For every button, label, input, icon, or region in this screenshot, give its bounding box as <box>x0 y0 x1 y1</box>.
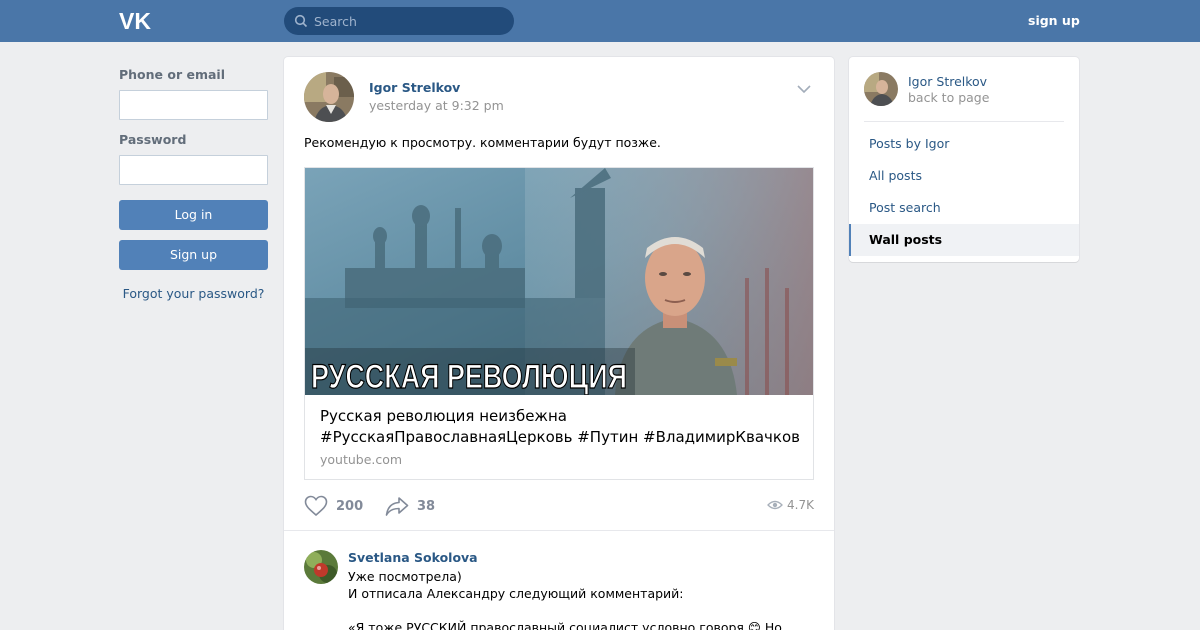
video-title[interactable]: Русская революция неизбежна #РусскаяПрав… <box>320 406 800 448</box>
password-label: Password <box>119 132 187 147</box>
views-counter: 4.7K <box>767 498 814 512</box>
profile-name-link[interactable]: Igor Strelkov <box>908 74 987 89</box>
sidebar-item-all-posts[interactable]: All posts <box>849 160 1079 192</box>
share-arrow-icon <box>385 497 409 516</box>
profile-nav-card: Igor Strelkov back to page Posts by Igor… <box>849 57 1079 262</box>
author-avatar[interactable] <box>304 72 354 122</box>
post-text: Рекомендую к просмотру. комментарии буду… <box>304 135 661 150</box>
signup-link[interactable]: sign up <box>1028 13 1080 28</box>
commenter-avatar[interactable] <box>304 550 338 584</box>
password-input[interactable] <box>119 155 268 185</box>
vk-logo-icon[interactable]: VK <box>119 10 153 32</box>
login-button[interactable]: Log in <box>119 200 268 230</box>
search-input[interactable] <box>314 13 494 29</box>
post-actions: 200 38 4.7K <box>304 495 814 517</box>
heart-icon <box>304 495 328 517</box>
phone-email-input[interactable] <box>119 90 268 120</box>
sidebar-item-post-search[interactable]: Post search <box>849 192 1079 224</box>
search-box[interactable] <box>284 7 514 35</box>
chevron-down-icon[interactable] <box>797 84 811 94</box>
back-to-page-link[interactable]: back to page <box>908 90 989 105</box>
signup-button[interactable]: Sign up <box>119 240 268 270</box>
sidebar-item-wall-posts[interactable]: Wall posts <box>849 224 1079 256</box>
video-source[interactable]: youtube.com <box>320 452 402 467</box>
sidebar-item-posts-by-igor[interactable]: Posts by Igor <box>849 128 1079 160</box>
divider <box>284 530 834 531</box>
views-count: 4.7K <box>787 498 814 512</box>
post-author[interactable]: Igor Strelkov <box>369 80 460 95</box>
video-attachment[interactable]: РУССКАЯ РЕВОЛЮЦИЯ Русская революция неиз… <box>304 167 814 480</box>
video-thumbnail[interactable]: РУССКАЯ РЕВОЛЮЦИЯ <box>305 168 813 395</box>
comment-author[interactable]: Svetlana Sokolova <box>348 550 478 565</box>
share-count: 38 <box>417 498 436 514</box>
like-button[interactable]: 200 <box>304 495 363 517</box>
divider <box>864 121 1064 122</box>
comment-text: Уже посмотрела) И отписала Александру сл… <box>348 569 782 630</box>
post-card: Igor Strelkov yesterday at 9:32 pm Реком… <box>284 57 834 630</box>
phone-label: Phone or email <box>119 67 225 82</box>
forgot-password-link[interactable]: Forgot your password? <box>119 286 268 301</box>
top-bar: VK sign up <box>0 0 1200 42</box>
banner-text: РУССКАЯ РЕВОЛЮЦИЯ <box>311 358 627 395</box>
profile-avatar[interactable] <box>864 72 898 106</box>
svg-text:VK: VK <box>119 10 151 32</box>
share-button[interactable]: 38 <box>385 495 435 517</box>
eye-icon <box>767 500 783 510</box>
like-count: 200 <box>336 498 364 514</box>
search-icon <box>294 14 308 28</box>
post-time[interactable]: yesterday at 9:32 pm <box>369 98 504 113</box>
